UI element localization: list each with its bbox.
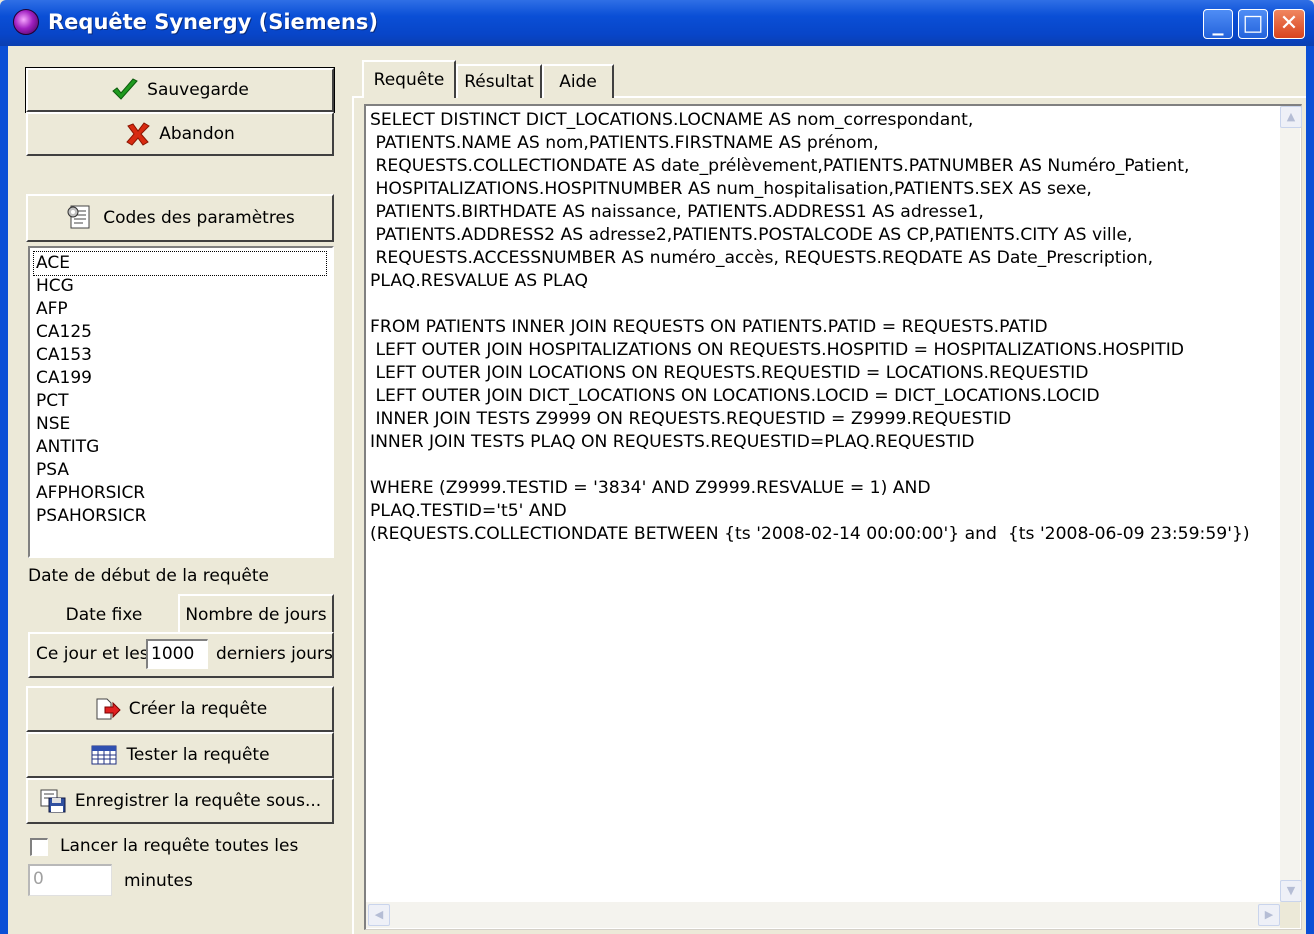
list-item[interactable]: PSAHORSICR [34,505,332,528]
scroll-up-icon[interactable]: ▲ [1280,106,1302,128]
days-input[interactable]: 1000 [146,639,208,669]
sql-line: INNER JOIN TESTS PLAQ ON REQUESTS.REQUES… [370,432,975,452]
scroll-right-icon[interactable]: ▶ [1258,904,1280,926]
sql-line: LEFT OUTER JOIN HOSPITALIZATIONS ON REQU… [370,340,1185,360]
list-item[interactable]: HCG [34,275,332,298]
sql-line: LEFT OUTER JOIN LOCATIONS ON REQUESTS.RE… [370,363,1089,383]
maximize-button[interactable]: □ [1238,9,1268,39]
create-query-label: Créer la requête [128,699,268,719]
sql-line: REQUESTS.ACCESSNUMBER AS numéro_accès, R… [370,248,1154,268]
minutes-label: minutes [124,871,193,891]
scroll-down-icon[interactable]: ▼ [1280,880,1302,902]
cancel-button[interactable]: Abandon [26,112,334,156]
sql-line: PATIENTS.NAME AS nom,PATIENTS.FIRSTNAME … [370,133,879,153]
sql-line: SELECT DISTINCT DICT_LOCATIONS.LOCNAME A… [370,110,974,130]
test-query-button[interactable]: Tester la requête [26,732,334,778]
checkmark-icon [112,78,138,100]
cross-icon [126,122,151,146]
list-item[interactable]: CA125 [34,321,332,344]
tab-aide[interactable]: Aide [542,64,614,98]
sql-line: WHERE (Z9999.TESTID = '3834' AND Z9999.R… [370,478,931,498]
schedule-label: Lancer la requête toutes les [60,836,299,856]
app-icon[interactable] [13,9,39,35]
sql-line: PATIENTS.ADDRESS2 AS adresse2,PATIENTS.P… [370,225,1133,245]
list-item[interactable]: ANTITG [34,436,332,459]
list-item[interactable]: CA153 [34,344,332,367]
list-item[interactable]: AFP [34,298,332,321]
param-list[interactable]: ACE HCG AFP CA125 CA153 CA199 PCT NSE AN… [28,246,334,558]
days-suffix-label: derniers jours [216,644,333,664]
create-query-icon [96,698,121,720]
list-item[interactable]: AFPHORSICR [34,482,332,505]
save-query-as-label: Enregistrer la requête sous... [74,791,322,811]
schedule-checkbox[interactable] [30,838,48,856]
tab-requete[interactable]: Requête [362,60,456,98]
scrollbar-corner [1280,902,1300,928]
close-icon: ✕ [1279,11,1299,36]
test-query-label: Tester la requête [126,745,270,765]
sql-line: PLAQ.TESTID='t5' AND [370,501,567,521]
cancel-button-label: Abandon [159,124,235,144]
window-frame-left [0,46,8,934]
sql-editor[interactable]: SELECT DISTINCT DICT_LOCATIONS.LOCNAME A… [364,104,1302,930]
param-codes-button[interactable]: Codes des paramètres [26,194,334,242]
tab-date-fixe[interactable]: Date fixe [30,598,178,632]
scroll-left-icon[interactable]: ◀ [368,904,390,926]
list-item[interactable]: ACE [33,251,327,276]
create-query-button[interactable]: Créer la requête [26,686,334,732]
table-grid-icon [91,745,117,765]
vertical-scrollbar[interactable]: ▲ ▼ [1280,106,1302,902]
sql-line: REQUESTS.COLLECTIONDATE AS date_prélèvem… [370,156,1190,176]
sql-line: PATIENTS.BIRTHDATE AS naissance, PATIENT… [370,202,984,222]
save-button-label: Sauvegarde [147,80,249,100]
sql-line: INNER JOIN TESTS Z9999 ON REQUESTS.REQUE… [370,409,1012,429]
start-date-label: Date de début de la requête [28,566,269,586]
save-as-icon [40,789,66,813]
window-frame-right [1306,46,1314,934]
list-item[interactable]: NSE [34,413,332,436]
save-query-as-button[interactable]: Enregistrer la requête sous... [26,778,334,824]
close-button[interactable]: ✕ [1273,9,1305,39]
sql-line: LEFT OUTER JOIN DICT_LOCATIONS ON LOCATI… [370,386,1100,406]
tab-nombre-jours[interactable]: Nombre de jours [178,594,334,634]
param-codes-label: Codes des paramètres [103,208,295,228]
save-button[interactable]: Sauvegarde [25,67,335,113]
sql-line: (REQUESTS.COLLECTIONDATE BETWEEN {ts '20… [370,524,1250,544]
days-prefix-label: Ce jour et les [36,644,149,664]
sql-line: PLAQ.RESVALUE AS PLAQ [370,271,588,291]
list-item[interactable]: PSA [34,459,332,482]
horizontal-scrollbar[interactable]: ◀ ▶ [366,902,1280,928]
list-item[interactable]: CA199 [34,367,332,390]
sql-line: FROM PATIENTS INNER JOIN REQUESTS ON PAT… [370,317,1048,337]
list-item[interactable]: PCT [34,390,332,413]
minutes-input[interactable]: 0 [28,864,112,896]
tab-resultat[interactable]: Résultat [456,64,542,98]
minimize-icon: _ [1212,11,1224,36]
codes-list-icon [67,205,90,229]
minimize-button[interactable]: _ [1203,9,1233,39]
maximize-icon: □ [1242,11,1264,36]
sql-line: HOSPITALIZATIONS.HOSPITNUMBER AS num_hos… [370,179,1092,199]
window-title: Requête Synergy (Siemens) [48,10,378,34]
